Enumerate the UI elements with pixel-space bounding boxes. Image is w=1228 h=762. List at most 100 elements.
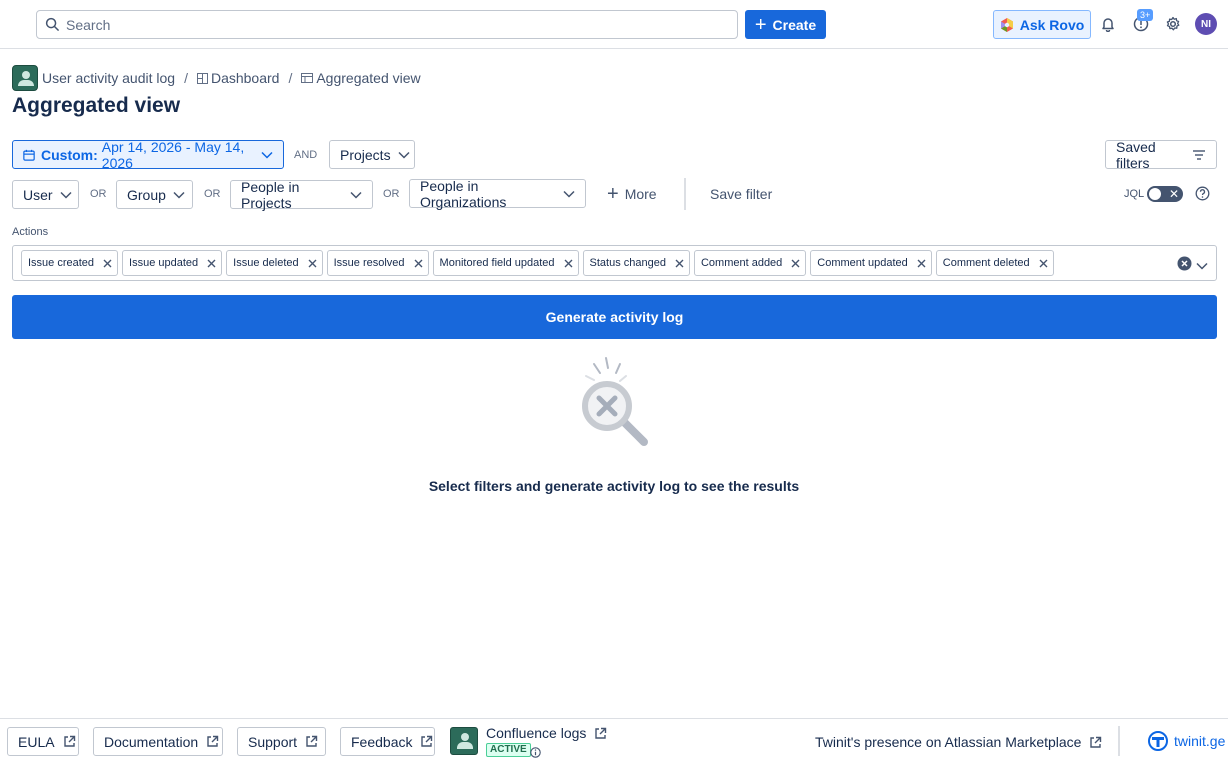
action-chip: Issue created <box>21 250 119 276</box>
clear-all-button[interactable] <box>1177 256 1192 274</box>
twinit-logo-icon <box>1148 731 1168 751</box>
chevron-down-icon[interactable] <box>1196 257 1208 273</box>
remove-chip-icon[interactable] <box>207 259 216 268</box>
breadcrumb-item-current: Aggregated view <box>316 70 421 86</box>
plus-icon: + <box>754 13 767 36</box>
question-icon <box>1195 186 1210 201</box>
toolbar-divider <box>684 178 686 210</box>
user-avatar[interactable]: NI <box>1195 13 1217 35</box>
search-icon <box>45 17 59 31</box>
page-title: Aggregated view <box>12 94 181 117</box>
action-chip-label: Comment deleted <box>942 257 1030 269</box>
saved-filters-label: Saved filters <box>1116 138 1156 171</box>
saved-filters-button[interactable]: Saved filters <box>1105 138 1217 171</box>
app-logo-icon <box>12 65 38 91</box>
settings-button[interactable] <box>1163 14 1183 34</box>
remove-chip-icon[interactable] <box>103 259 112 268</box>
more-filters-button[interactable]: + More <box>607 184 657 204</box>
feedback-link[interactable]: Feedback <box>340 727 435 756</box>
documentation-link[interactable]: Documentation <box>93 727 223 756</box>
action-chip: Comment updated <box>810 250 932 276</box>
actions-multiselect[interactable]: Issue created Issue updated Issue deleted I… <box>12 245 1217 281</box>
ask-rovo-label: Ask Rovo <box>1019 16 1085 33</box>
breadcrumb-item-dashboard[interactable]: Dashboard <box>211 70 280 86</box>
external-link-icon <box>206 735 219 748</box>
eula-link[interactable]: EULA <box>7 727 79 756</box>
save-filter-button[interactable]: Save filter <box>710 186 772 202</box>
action-chip-label: Issue updated <box>129 257 199 269</box>
breadcrumb: User activity audit log / Dashboard / Ag… <box>12 65 421 91</box>
group-filter-button[interactable]: Group <box>116 180 193 209</box>
jql-label: JQL <box>1124 188 1145 200</box>
action-chip-label: Comment added <box>700 257 783 269</box>
group-filter-label: Group <box>127 186 166 203</box>
rovo-icon <box>1000 17 1013 32</box>
date-range-button[interactable]: Custom: Apr 14, 2026 - May 14, 2026 <box>12 138 284 171</box>
action-chip-label: Issue created <box>28 257 95 269</box>
ask-rovo-button[interactable]: Ask Rovo <box>993 10 1091 39</box>
confluence-logs-label: Confluence logs <box>486 725 587 741</box>
external-link-icon <box>63 735 76 748</box>
remove-chip-icon[interactable] <box>414 259 423 268</box>
create-button[interactable]: + Create <box>745 10 826 39</box>
or-connector: OR <box>383 188 400 200</box>
magnifier-x-icon <box>582 357 648 446</box>
breadcrumb-item-app[interactable]: User activity audit log <box>42 70 175 86</box>
or-connector: OR <box>90 188 107 200</box>
chevron-down-icon <box>261 151 273 159</box>
remove-chip-icon[interactable] <box>675 259 684 268</box>
people-in-organizations-filter-button[interactable]: People in Organizations <box>409 177 586 210</box>
chevron-down-icon <box>398 151 410 159</box>
twinit-brand-link[interactable]: twinit.ge <box>1148 731 1225 751</box>
action-chip-label: Status changed <box>589 257 666 269</box>
marketplace-link[interactable]: Twinit's presence on Atlassian Marketpla… <box>815 734 1102 750</box>
action-chip-label: Issue resolved <box>333 257 405 269</box>
date-range-value: Apr 14, 2026 - May 14, 2026 <box>101 138 245 171</box>
remove-chip-icon[interactable] <box>1039 259 1048 268</box>
notifications-button[interactable] <box>1098 14 1118 34</box>
active-status-badge: ACTIVE <box>486 743 531 757</box>
external-link-icon <box>1089 736 1102 749</box>
jql-toggle[interactable]: ✕ <box>1147 186 1183 202</box>
remove-chip-icon[interactable] <box>917 259 926 268</box>
action-chip: Comment deleted <box>935 250 1054 276</box>
user-filter-label: User <box>23 186 53 203</box>
empty-state-message: Select filters and generate activity log… <box>428 478 800 494</box>
remove-chip-icon[interactable] <box>308 259 317 268</box>
filter-lines-icon <box>1192 149 1206 161</box>
confluence-logs-app-icon <box>450 727 478 755</box>
projects-filter-label: Projects <box>340 146 391 163</box>
remove-chip-icon[interactable] <box>791 259 800 268</box>
search-input[interactable] <box>66 16 666 33</box>
calendar-icon <box>23 149 35 161</box>
chevron-down-icon <box>563 190 575 198</box>
confluence-logs-link[interactable]: Confluence logs <box>486 725 607 741</box>
action-chip-label: Issue deleted <box>233 257 299 269</box>
jql-help-button[interactable] <box>1195 186 1210 204</box>
action-chip: Comment added <box>693 250 807 276</box>
or-connector: OR <box>204 188 221 200</box>
people-in-projects-filter-button[interactable]: People in Projects <box>230 178 373 211</box>
support-label: Support <box>248 733 298 750</box>
twinit-brand-label: twinit.ge <box>1174 733 1226 749</box>
action-chip: Issue deleted <box>226 250 323 276</box>
eula-label: EULA <box>18 733 55 750</box>
generate-activity-log-button[interactable]: Generate activity log <box>12 295 1217 339</box>
close-icon: ✕ <box>1168 187 1179 201</box>
action-chip: Monitored field updated <box>432 250 579 276</box>
user-filter-button[interactable]: User <box>12 180 79 209</box>
external-link-icon <box>420 735 433 748</box>
action-chip: Status changed <box>582 250 690 276</box>
info-icon[interactable] <box>530 745 541 761</box>
clear-circle-icon <box>1177 256 1192 271</box>
date-range-prefix: Custom: <box>41 146 98 163</box>
remove-chip-icon[interactable] <box>564 259 573 268</box>
search-box[interactable] <box>36 10 738 39</box>
people-in-organizations-label: People in Organizations <box>420 177 507 210</box>
projects-filter-button[interactable]: Projects <box>329 140 415 169</box>
people-in-projects-label: People in Projects <box>241 178 300 211</box>
external-link-icon <box>305 735 318 748</box>
external-link-icon <box>594 727 607 740</box>
empty-state-illustration <box>574 356 654 448</box>
support-link[interactable]: Support <box>237 727 326 756</box>
